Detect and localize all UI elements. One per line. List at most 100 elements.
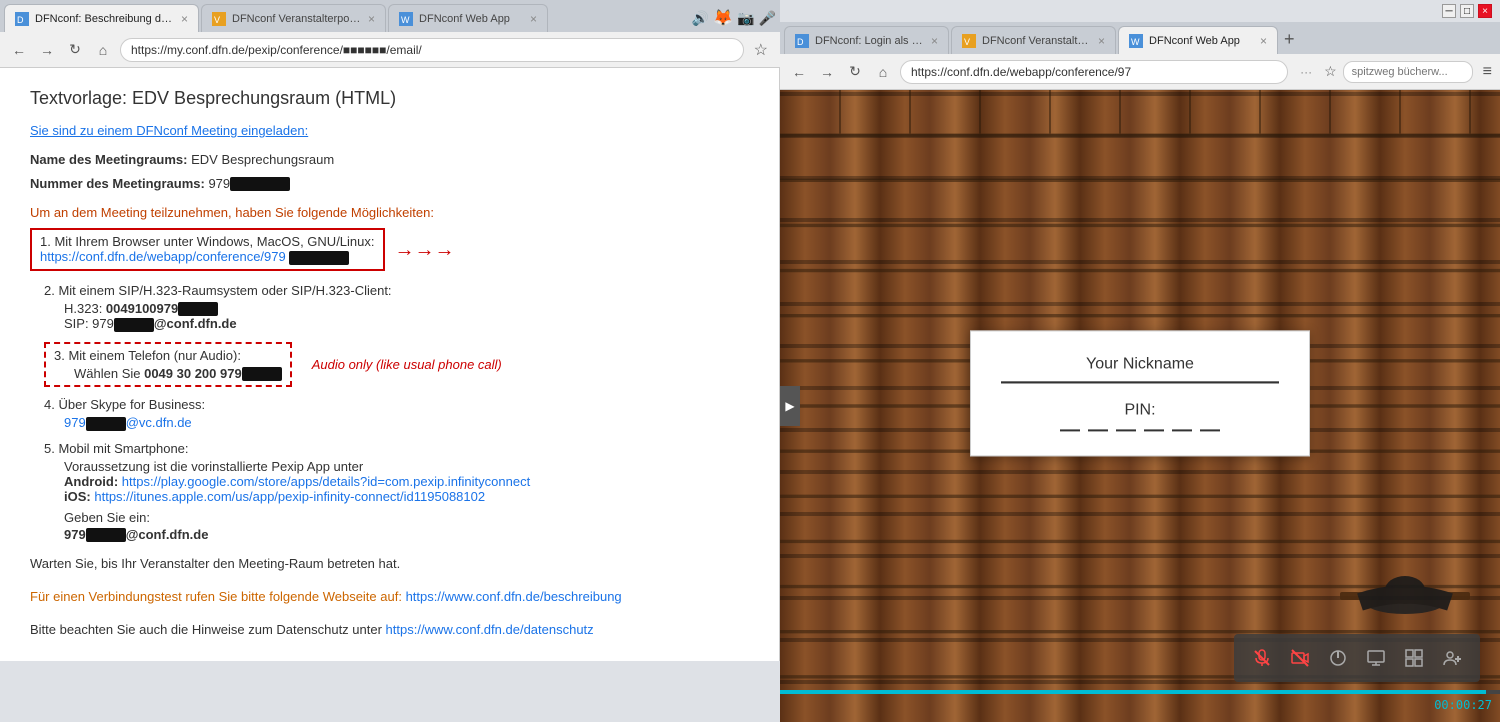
meeting-name-line: Name des Meetingraums: EDV Besprechungsr… bbox=[30, 150, 749, 170]
option-2: 2. Mit einem SIP/H.323-Raumsystem oder S… bbox=[44, 283, 749, 332]
right-tab-close-2[interactable]: × bbox=[1098, 34, 1105, 48]
right-tab-label-2: DFNconf Veranstalterportal bbox=[982, 35, 1092, 47]
option-4-title: 4. Über Skype for Business: bbox=[44, 397, 749, 412]
tab-veranstalter[interactable]: V DFNconf Veranstalterportal × bbox=[201, 4, 386, 32]
left-page-content: Textvorlage: EDV Besprechungsraum (HTML)… bbox=[0, 68, 780, 661]
mic-off-button[interactable] bbox=[1246, 642, 1278, 674]
right-forward-button[interactable]: → bbox=[816, 61, 838, 83]
option-2-text: Mit einem SIP/H.323-Raumsystem oder SIP/… bbox=[58, 283, 391, 298]
svg-text:V: V bbox=[214, 15, 220, 25]
tab-label-2: DFNconf Veranstalterportal bbox=[232, 13, 362, 25]
option-5-ios: iOS: https://itunes.apple.com/us/app/pex… bbox=[64, 489, 749, 504]
redacted-sip bbox=[114, 318, 154, 332]
forward-button[interactable]: → bbox=[36, 39, 58, 61]
footer-3-link[interactable]: https://www.conf.dfn.de/datenschutz bbox=[386, 622, 594, 637]
address-input-right[interactable] bbox=[900, 60, 1288, 84]
pin-dash-4 bbox=[1144, 429, 1164, 431]
mic-icon[interactable]: 🎤 bbox=[759, 10, 776, 27]
option-4-skype: 979@vc.dfn.de bbox=[64, 415, 749, 431]
tab-webapp[interactable]: W DFNconf Web App × bbox=[388, 4, 548, 32]
minimize-button[interactable]: ─ bbox=[1442, 4, 1456, 18]
right-star-icon[interactable]: ☆ bbox=[1324, 63, 1337, 80]
option-5-prereq: Voraussetzung ist die vorinstallierte Pe… bbox=[64, 459, 749, 474]
meeting-number-value: 979 bbox=[208, 176, 230, 191]
right-tab-bar: D DFNconf: Login als Meetingverans... × … bbox=[780, 22, 1500, 54]
red-arrow: →→→ bbox=[395, 239, 455, 262]
mic-off-icon bbox=[1252, 648, 1272, 668]
ios-link[interactable]: https://itunes.apple.com/us/app/pexip-in… bbox=[94, 489, 485, 504]
tab-close-2[interactable]: × bbox=[368, 12, 375, 26]
redacted-conf-id bbox=[289, 251, 349, 265]
pin-dash-2 bbox=[1088, 429, 1108, 431]
login-modal: Your Nickname PIN: bbox=[970, 330, 1310, 456]
invite-link[interactable]: Sie sind zu einem DFNconf Meeting eingel… bbox=[30, 123, 749, 138]
footer-2: Für einen Verbindungstest rufen Sie bitt… bbox=[30, 587, 749, 608]
right-back-button[interactable]: ← bbox=[788, 61, 810, 83]
close-button[interactable]: × bbox=[1478, 4, 1492, 18]
right-tab-favicon-3: W bbox=[1129, 34, 1143, 48]
camera-off-button[interactable] bbox=[1284, 642, 1316, 674]
right-tab-close-3[interactable]: × bbox=[1260, 34, 1267, 48]
participation-intro: Um an dem Meeting teilzunehmen, haben Si… bbox=[30, 205, 749, 220]
tab-beschreibung[interactable]: D DFNconf: Beschreibung des Dienst... × bbox=[4, 4, 199, 32]
conference-area: Your Nickname PIN: ▶ bbox=[780, 90, 1500, 722]
svg-text:D: D bbox=[797, 37, 804, 47]
option-4-text: Über Skype for Business: bbox=[58, 397, 205, 412]
tab-close-3[interactable]: × bbox=[530, 12, 537, 26]
option-1-link[interactable]: https://conf.dfn.de/webapp/conference/97… bbox=[40, 249, 286, 264]
home-button[interactable]: ⌂ bbox=[92, 39, 114, 61]
layout-button[interactable] bbox=[1398, 642, 1430, 674]
redacted-phone bbox=[242, 367, 282, 381]
option-3-phone: Wählen Sie 0049 30 200 979 bbox=[74, 366, 282, 382]
progress-fill bbox=[780, 690, 1486, 694]
option-3: 3. Mit einem Telefon (nur Audio): Wählen… bbox=[44, 342, 749, 388]
right-tab-label-1: DFNconf: Login als Meetingverans... bbox=[815, 35, 925, 47]
right-home-button[interactable]: ⌂ bbox=[872, 61, 894, 83]
search-input-right[interactable] bbox=[1343, 61, 1473, 83]
android-link[interactable]: https://play.google.com/store/apps/detai… bbox=[122, 474, 530, 489]
screen-share-button[interactable] bbox=[1360, 642, 1392, 674]
page-title: Textvorlage: EDV Besprechungsraum (HTML) bbox=[30, 88, 749, 109]
camera-icon[interactable]: 📷 bbox=[737, 10, 754, 27]
tab-close-1[interactable]: × bbox=[181, 12, 188, 26]
speaker-icon[interactable]: 🔊 bbox=[692, 10, 709, 27]
dots-menu[interactable]: ··· bbox=[1294, 65, 1318, 79]
right-window-bar: ─ □ × bbox=[780, 0, 1500, 22]
right-refresh-button[interactable]: ↻ bbox=[844, 61, 866, 83]
bookmark-icon[interactable]: ☆ bbox=[750, 38, 772, 62]
power-button[interactable] bbox=[1322, 642, 1354, 674]
right-tab-close-1[interactable]: × bbox=[931, 34, 938, 48]
right-tab-webapp[interactable]: W DFNconf Web App × bbox=[1118, 26, 1278, 54]
option-3-box: 3. Mit einem Telefon (nur Audio): Wählen… bbox=[44, 342, 292, 388]
svg-text:D: D bbox=[17, 15, 24, 25]
option-5-title: 5. Mobil mit Smartphone: bbox=[44, 441, 749, 456]
timer: 00:00:27 bbox=[1434, 698, 1492, 712]
screen-share-icon bbox=[1366, 648, 1386, 668]
back-button[interactable]: ← bbox=[8, 39, 30, 61]
pin-dash-1 bbox=[1060, 429, 1080, 431]
option-5-enter: Geben Sie ein: bbox=[64, 510, 749, 525]
right-menu-icon[interactable]: ≡ bbox=[1483, 63, 1492, 81]
option-4: 4. Über Skype for Business: 979@vc.dfn.d… bbox=[44, 397, 749, 431]
add-participant-button[interactable] bbox=[1436, 642, 1468, 674]
refresh-button[interactable]: ↻ bbox=[64, 39, 86, 61]
sidebar-toggle-button[interactable]: ▶ bbox=[780, 386, 800, 426]
nickname-label: Your Nickname bbox=[1001, 355, 1279, 373]
address-input-left[interactable] bbox=[120, 38, 744, 62]
option-1: 1. Mit Ihrem Browser unter Windows, MacO… bbox=[30, 228, 749, 273]
right-tab-veranstalter[interactable]: V DFNconf Veranstalterportal × bbox=[951, 26, 1116, 54]
progress-bar[interactable] bbox=[780, 690, 1500, 694]
right-tab-login[interactable]: D DFNconf: Login als Meetingverans... × bbox=[784, 26, 949, 54]
window-controls: ─ □ × bbox=[1442, 4, 1492, 18]
new-tab-button[interactable]: + bbox=[1284, 29, 1295, 54]
redacted-number bbox=[230, 177, 290, 191]
left-tab-bar: D DFNconf: Beschreibung des Dienst... × … bbox=[0, 0, 780, 32]
right-tab-favicon-2: V bbox=[962, 34, 976, 48]
footer-2-link[interactable]: https://www.conf.dfn.de/beschreibung bbox=[406, 589, 622, 604]
skype-link[interactable]: 979@vc.dfn.de bbox=[64, 415, 192, 430]
power-icon bbox=[1328, 648, 1348, 668]
maximize-button[interactable]: □ bbox=[1460, 4, 1474, 18]
layout-icon bbox=[1404, 648, 1424, 668]
nickname-input[interactable] bbox=[1001, 381, 1279, 383]
pin-label: PIN: bbox=[1001, 401, 1279, 419]
